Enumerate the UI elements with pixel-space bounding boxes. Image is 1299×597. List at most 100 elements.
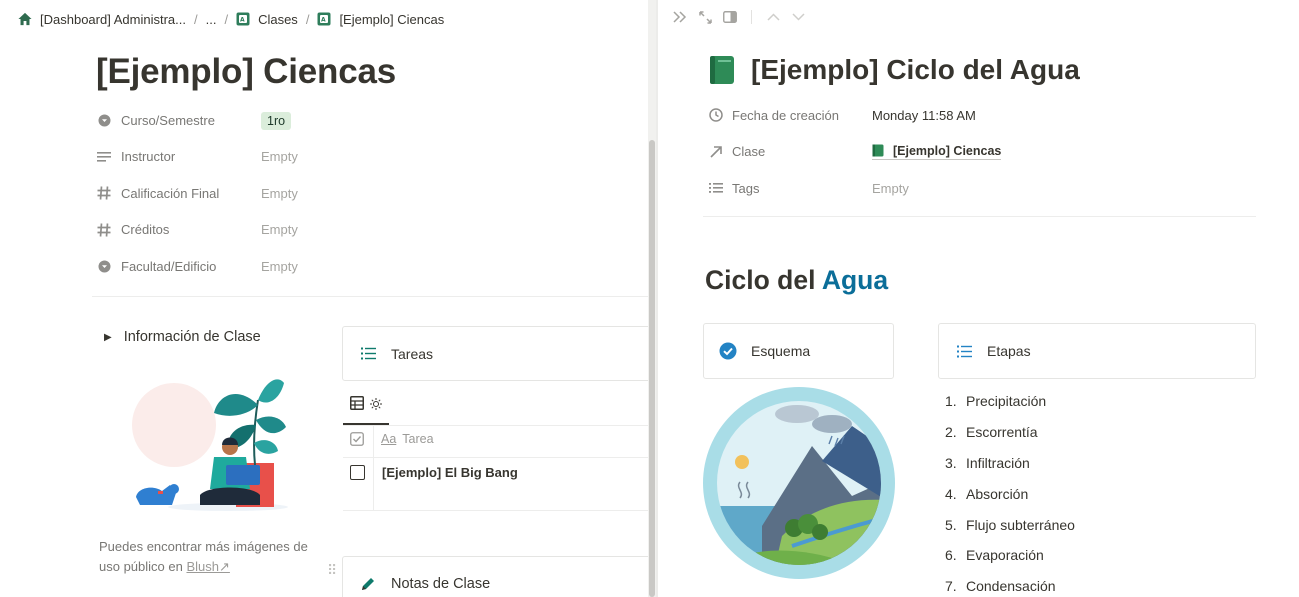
property-row-instructor[interactable]: Instructor Empty: [96, 139, 298, 176]
right-peek-pane: [Ejemplo] Ciclo del Agua Fecha de creaci…: [658, 0, 1299, 597]
page-title-text: [Ejemplo] Ciclo del Agua: [751, 54, 1080, 85]
drag-handle-icon[interactable]: ⠿: [327, 562, 337, 578]
heading-text: Ciclo del: [705, 265, 816, 295]
tareas-database-link[interactable]: Tareas: [342, 326, 656, 381]
divider: [92, 296, 648, 297]
list-item[interactable]: 7. Condensación: [945, 571, 1075, 597]
breadcrumb-item-dashboard[interactable]: [Dashboard] Administra...: [18, 12, 186, 27]
column-header-tarea[interactable]: Tarea: [402, 432, 433, 446]
side-peek-icon[interactable]: [722, 9, 738, 25]
breadcrumb-item-current[interactable]: A [Ejemplo] Ciencas: [317, 12, 444, 27]
property-row-tags[interactable]: Tags Empty: [708, 170, 1001, 207]
property-name: Fecha de creación: [708, 107, 872, 123]
check-circle-icon: [719, 342, 737, 360]
property-value[interactable]: Empty: [261, 186, 298, 201]
water-cycle-diagram: [703, 387, 895, 579]
task-name[interactable]: [Ejemplo] El Big Bang: [382, 465, 518, 480]
breadcrumb-item-clases[interactable]: A Clases: [236, 12, 298, 27]
relation-arrow-icon: [708, 144, 724, 160]
property-value[interactable]: Empty: [261, 222, 298, 237]
property-row-facultad[interactable]: Facultad/Edificio Empty: [96, 248, 298, 285]
property-label: Créditos: [121, 222, 170, 238]
scrollbar-thumb[interactable]: [649, 140, 655, 597]
checkbox-column-icon[interactable]: [350, 432, 364, 446]
table-view-icon[interactable]: [350, 396, 364, 415]
list-item-label: Infiltración: [966, 454, 1030, 471]
property-name: Facultad/Edificio: [96, 258, 261, 274]
property-value[interactable]: 1ro: [261, 111, 292, 130]
list-item[interactable]: 3. Infiltración: [945, 448, 1075, 479]
peek-properties: Fecha de creación Monday 11:58 AM Clase …: [708, 97, 1002, 207]
table-row[interactable]: [Ejemplo] El Big Bang: [350, 465, 518, 480]
card-title: Tareas: [391, 345, 434, 362]
clock-icon: [708, 107, 724, 123]
list-number: 3.: [945, 454, 957, 471]
table-border: [343, 457, 653, 458]
property-value[interactable]: [Ejemplo] Ciencas: [872, 144, 1002, 161]
property-value[interactable]: Empty: [261, 149, 298, 164]
chevron-up-icon[interactable]: [765, 9, 781, 25]
property-label: Clase: [732, 144, 766, 160]
multi-select-icon: [708, 180, 724, 196]
close-peek-icon[interactable]: [672, 9, 688, 25]
breadcrumb-separator: /: [193, 11, 198, 27]
page-title[interactable]: [Ejemplo] Ciencas: [96, 52, 396, 92]
expand-icon[interactable]: [697, 9, 713, 25]
relation-link[interactable]: [Ejemplo] Ciencas: [872, 144, 1002, 160]
table-border: [343, 425, 653, 426]
breadcrumb-item-ellipsis[interactable]: ...: [206, 12, 217, 27]
etapas-page-link[interactable]: Etapas: [938, 323, 1256, 379]
property-name: Créditos: [96, 222, 261, 238]
esquema-page-link[interactable]: Esquema: [703, 323, 894, 379]
property-label: Curso/Semestre: [121, 112, 215, 128]
toggle-label: Información de Clase: [123, 329, 261, 345]
list-item[interactable]: 2. Escorrentía: [945, 417, 1075, 448]
select-icon: [96, 258, 112, 274]
semester-tag: 1ro: [261, 111, 292, 130]
blush-link[interactable]: Blush↗: [186, 559, 229, 574]
number-icon: [96, 222, 112, 238]
svg-text:A: A: [240, 17, 245, 24]
sparkle-icon[interactable]: [370, 397, 382, 415]
card-title: Esquema: [751, 343, 811, 359]
property-label: Instructor: [121, 149, 176, 165]
list-item[interactable]: 4. Absorción: [945, 478, 1075, 509]
property-value[interactable]: Empty: [872, 181, 909, 196]
toggle-triangle-icon[interactable]: ▶: [104, 332, 112, 343]
database-view-tabs: [350, 396, 382, 415]
list-item[interactable]: 1. Precipitación: [945, 386, 1075, 417]
task-checkbox[interactable]: [350, 465, 365, 480]
property-value[interactable]: Empty: [261, 259, 298, 274]
peek-page-title[interactable]: [Ejemplo] Ciclo del Agua: [709, 54, 1080, 86]
property-label: Calificación Final: [121, 185, 220, 201]
property-row-creditos[interactable]: Créditos Empty: [96, 212, 298, 249]
property-row-fecha[interactable]: Fecha de creación Monday 11:58 AM: [708, 97, 1001, 134]
list-item[interactable]: 6. Evaporación: [945, 540, 1075, 571]
property-value: Monday 11:58 AM: [872, 107, 976, 123]
breadcrumb-label: ...: [205, 11, 217, 27]
list-item-label: Precipitación: [966, 393, 1047, 410]
card-title: Notas de Clase: [391, 575, 491, 592]
section-heading[interactable]: Ciclo del Agua: [705, 265, 888, 296]
person-with-laptop-illustration: [132, 379, 288, 511]
divider: [703, 216, 1256, 217]
list-icon: [359, 345, 377, 363]
property-name: Clase: [708, 144, 872, 160]
pencil-icon: [359, 575, 377, 593]
chevron-down-icon[interactable]: [790, 9, 806, 25]
list-item-label: Evaporación: [966, 547, 1044, 564]
property-row-calificacion[interactable]: Calificación Final Empty: [96, 175, 298, 212]
property-row-curso[interactable]: Curso/Semestre 1ro: [96, 102, 298, 139]
notas-de-clase-link[interactable]: Notas de Clase: [342, 556, 656, 597]
list-item-label: Absorción: [966, 485, 1029, 502]
breadcrumb-separator: /: [224, 11, 229, 27]
link-label: Blush: [186, 559, 219, 574]
list-number: 6.: [945, 547, 957, 564]
list-item[interactable]: 5. Flujo subterráneo: [945, 509, 1075, 540]
toggle-informacion-clase[interactable]: ▶ Información de Clase: [104, 329, 261, 345]
property-row-clase[interactable]: Clase [Ejemplo] Ciencas: [708, 134, 1002, 171]
list-item-label: Escorrentía: [966, 424, 1038, 441]
card-title: Etapas: [987, 343, 1031, 359]
home-icon: [18, 12, 32, 26]
list-number: 7.: [945, 578, 957, 595]
